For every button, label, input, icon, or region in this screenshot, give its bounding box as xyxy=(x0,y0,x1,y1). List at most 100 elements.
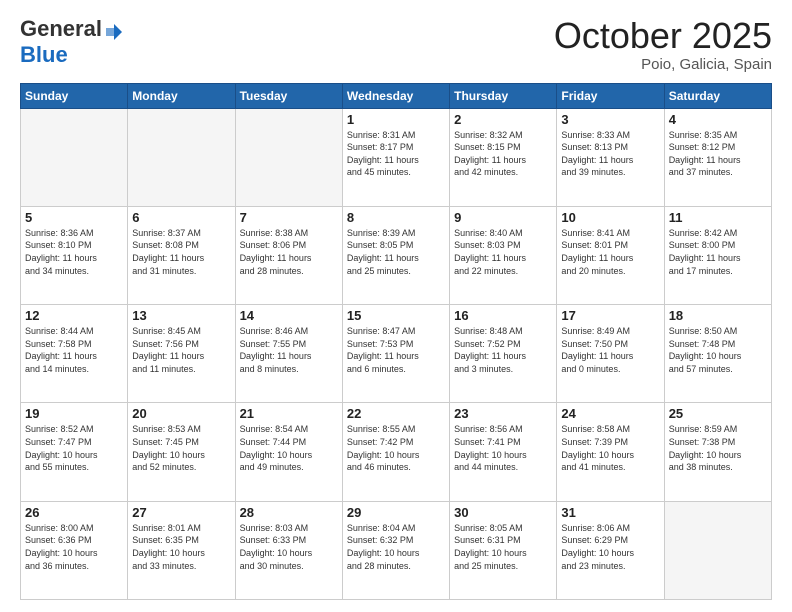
day-info: Sunrise: 8:49 AMSunset: 7:50 PMDaylight:… xyxy=(561,325,659,375)
header-tuesday: Tuesday xyxy=(235,83,342,108)
logo: General Blue xyxy=(20,16,124,68)
day-info: Sunrise: 8:38 AMSunset: 8:06 PMDaylight:… xyxy=(240,227,338,277)
calendar-cell: 24Sunrise: 8:58 AMSunset: 7:39 PMDayligh… xyxy=(557,403,664,501)
day-number: 10 xyxy=(561,210,659,225)
calendar-cell: 8Sunrise: 8:39 AMSunset: 8:05 PMDaylight… xyxy=(342,206,449,304)
day-info: Sunrise: 8:04 AMSunset: 6:32 PMDaylight:… xyxy=(347,522,445,572)
calendar-cell: 22 Sunrise: 8:55 AMSunset: 7:42 PMDayligh… xyxy=(342,403,449,501)
calendar-cell xyxy=(21,108,128,206)
calendar-cell xyxy=(128,108,235,206)
day-number: 11 xyxy=(669,210,767,225)
calendar-cell: 28 Sunrise: 8:03 AMSunset: 6:33 PMDayligh… xyxy=(235,501,342,599)
day-number: 17 xyxy=(561,308,659,323)
day-number: 8 xyxy=(347,210,445,225)
day-info: Sunrise: 8:40 AMSunset: 8:03 PMDaylight:… xyxy=(454,227,552,277)
calendar-cell: 17 Sunrise: 8:49 AMSunset: 7:50 PMDayligh… xyxy=(557,305,664,403)
calendar-cell: 19 Sunrise: 8:52 AMSunset: 7:47 PMDayligh… xyxy=(21,403,128,501)
day-number: 7 xyxy=(240,210,338,225)
day-info: Sunrise: 8:36 AMSunset: 8:10 PMDaylight:… xyxy=(25,227,123,277)
calendar-cell: 1Sunrise: 8:31 AMSunset: 8:17 PMDaylight… xyxy=(342,108,449,206)
day-info: Sunrise: 8:32 AMSunset: 8:15 PMDaylight:… xyxy=(454,129,552,179)
day-info: Sunrise: 8:55 AMSunset: 7:42 PMDaylight:… xyxy=(347,423,445,473)
calendar-header-row: Sunday Monday Tuesday Wednesday Thursday… xyxy=(21,83,772,108)
header-wednesday: Wednesday xyxy=(342,83,449,108)
calendar-cell xyxy=(664,501,771,599)
day-info: Sunrise: 8:59 AMSunset: 7:38 PMDaylight:… xyxy=(669,423,767,473)
calendar-table: Sunday Monday Tuesday Wednesday Thursday… xyxy=(20,83,772,600)
day-info: Sunrise: 8:54 AMSunset: 7:44 PMDaylight:… xyxy=(240,423,338,473)
day-info: Sunrise: 8:35 AMSunset: 8:12 PMDaylight:… xyxy=(669,129,767,179)
calendar-cell: 11 Sunrise: 8:42 AMSunset: 8:00 PMDayligh… xyxy=(664,206,771,304)
day-info: Sunrise: 8:03 AMSunset: 6:33 PMDaylight:… xyxy=(240,522,338,572)
header-thursday: Thursday xyxy=(450,83,557,108)
calendar-page: General Blue October 2025 Poio, Galicia,… xyxy=(0,0,792,612)
day-info: Sunrise: 8:53 AMSunset: 7:45 PMDaylight:… xyxy=(132,423,230,473)
day-info: Sunrise: 8:46 AMSunset: 7:55 PMDaylight:… xyxy=(240,325,338,375)
calendar-week-row: 26 Sunrise: 8:00 AMSunset: 6:36 PMDayligh… xyxy=(21,501,772,599)
page-header: General Blue October 2025 Poio, Galicia,… xyxy=(20,16,772,73)
day-number: 6 xyxy=(132,210,230,225)
day-info: Sunrise: 8:01 AMSunset: 6:35 PMDaylight:… xyxy=(132,522,230,572)
calendar-cell: 3Sunrise: 8:33 AMSunset: 8:13 PMDaylight… xyxy=(557,108,664,206)
day-info: Sunrise: 8:52 AMSunset: 7:47 PMDaylight:… xyxy=(25,423,123,473)
day-number: 4 xyxy=(669,112,767,127)
calendar-cell: 15 Sunrise: 8:47 AMSunset: 7:53 PMDayligh… xyxy=(342,305,449,403)
day-number: 13 xyxy=(132,308,230,323)
header-monday: Monday xyxy=(128,83,235,108)
day-info: Sunrise: 8:00 AMSunset: 6:36 PMDaylight:… xyxy=(25,522,123,572)
day-number: 23 xyxy=(454,406,552,421)
day-number: 16 xyxy=(454,308,552,323)
day-number: 22 xyxy=(347,406,445,421)
day-info: Sunrise: 8:06 AMSunset: 6:29 PMDaylight:… xyxy=(561,522,659,572)
calendar-cell: 30Sunrise: 8:05 AMSunset: 6:31 PMDayligh… xyxy=(450,501,557,599)
day-number: 31 xyxy=(561,505,659,520)
day-number: 19 xyxy=(25,406,123,421)
calendar-cell: 12Sunrise: 8:44 AMSunset: 7:58 PMDayligh… xyxy=(21,305,128,403)
calendar-cell: 7 Sunrise: 8:38 AMSunset: 8:06 PMDaylight… xyxy=(235,206,342,304)
day-number: 15 xyxy=(347,308,445,323)
day-info: Sunrise: 8:50 AMSunset: 7:48 PMDaylight:… xyxy=(669,325,767,375)
day-info: Sunrise: 8:37 AMSunset: 8:08 PMDaylight:… xyxy=(132,227,230,277)
day-number: 12 xyxy=(25,308,123,323)
calendar-cell: 2 Sunrise: 8:32 AMSunset: 8:15 PMDaylight… xyxy=(450,108,557,206)
month-title: October 2025 xyxy=(554,16,772,56)
day-number: 27 xyxy=(132,505,230,520)
header-saturday: Saturday xyxy=(664,83,771,108)
day-number: 24 xyxy=(561,406,659,421)
day-number: 21 xyxy=(240,406,338,421)
calendar-cell: 26 Sunrise: 8:00 AMSunset: 6:36 PMDayligh… xyxy=(21,501,128,599)
day-number: 3 xyxy=(561,112,659,127)
day-info: Sunrise: 8:31 AMSunset: 8:17 PMDaylight:… xyxy=(347,129,445,179)
calendar-cell: 20Sunrise: 8:53 AMSunset: 7:45 PMDayligh… xyxy=(128,403,235,501)
calendar-cell: 21 Sunrise: 8:54 AMSunset: 7:44 PMDayligh… xyxy=(235,403,342,501)
day-info: Sunrise: 8:42 AMSunset: 8:00 PMDaylight:… xyxy=(669,227,767,277)
calendar-cell: 9Sunrise: 8:40 AMSunset: 8:03 PMDaylight… xyxy=(450,206,557,304)
logo-blue-text: Blue xyxy=(20,42,68,68)
calendar-cell: 23 Sunrise: 8:56 AMSunset: 7:41 PMDayligh… xyxy=(450,403,557,501)
day-number: 2 xyxy=(454,112,552,127)
calendar-cell: 4 Sunrise: 8:35 AMSunset: 8:12 PMDaylight… xyxy=(664,108,771,206)
day-info: Sunrise: 8:56 AMSunset: 7:41 PMDaylight:… xyxy=(454,423,552,473)
calendar-cell: 16 Sunrise: 8:48 AMSunset: 7:52 PMDayligh… xyxy=(450,305,557,403)
day-number: 28 xyxy=(240,505,338,520)
title-section: October 2025 Poio, Galicia, Spain xyxy=(554,16,772,73)
calendar-cell: 10Sunrise: 8:41 AMSunset: 8:01 PMDayligh… xyxy=(557,206,664,304)
calendar-cell xyxy=(235,108,342,206)
calendar-cell: 29Sunrise: 8:04 AMSunset: 6:32 PMDayligh… xyxy=(342,501,449,599)
day-number: 14 xyxy=(240,308,338,323)
calendar-cell: 6 Sunrise: 8:37 AMSunset: 8:08 PMDaylight… xyxy=(128,206,235,304)
logo-general-text: General xyxy=(20,16,102,42)
day-number: 26 xyxy=(25,505,123,520)
calendar-week-row: 19 Sunrise: 8:52 AMSunset: 7:47 PMDayligh… xyxy=(21,403,772,501)
day-info: Sunrise: 8:47 AMSunset: 7:53 PMDaylight:… xyxy=(347,325,445,375)
header-sunday: Sunday xyxy=(21,83,128,108)
day-number: 25 xyxy=(669,406,767,421)
calendar-cell: 31 Sunrise: 8:06 AMSunset: 6:29 PMDayligh… xyxy=(557,501,664,599)
logo-icon xyxy=(104,22,124,42)
calendar-cell: 5Sunrise: 8:36 AMSunset: 8:10 PMDaylight… xyxy=(21,206,128,304)
header-friday: Friday xyxy=(557,83,664,108)
day-info: Sunrise: 8:48 AMSunset: 7:52 PMDaylight:… xyxy=(454,325,552,375)
calendar-cell: 18Sunrise: 8:50 AMSunset: 7:48 PMDayligh… xyxy=(664,305,771,403)
location-text: Poio, Galicia, Spain xyxy=(554,56,772,73)
day-number: 30 xyxy=(454,505,552,520)
